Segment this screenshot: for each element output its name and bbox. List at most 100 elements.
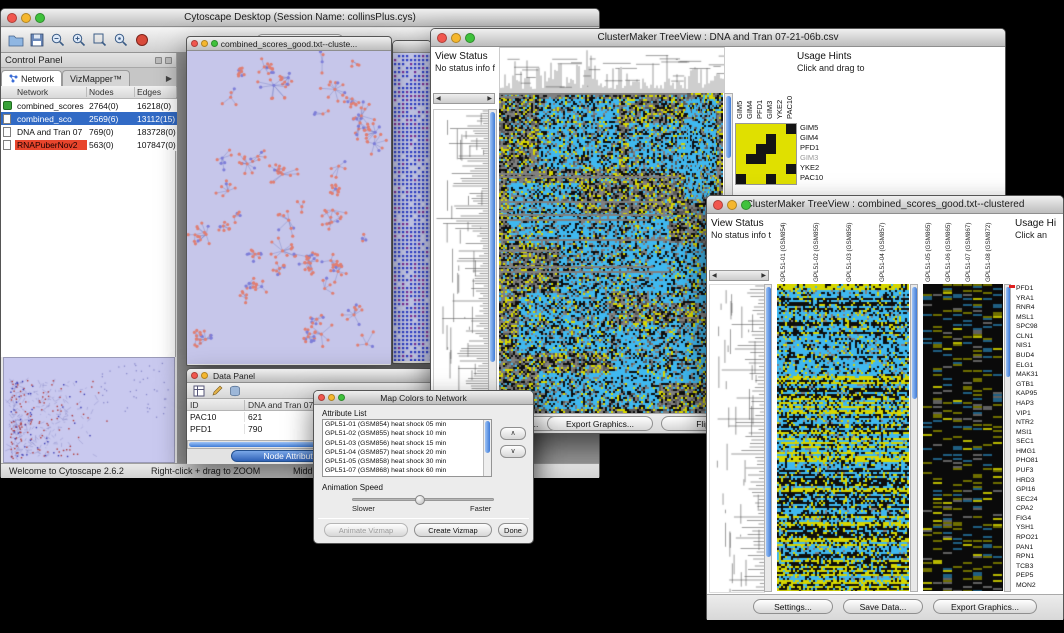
matrix-cell[interactable] bbox=[766, 124, 776, 134]
matrix-cell[interactable] bbox=[766, 164, 776, 174]
close-panel-icon[interactable] bbox=[165, 57, 172, 64]
attribute-list-item[interactable]: GPL51-04 (GSM857) heat shock 20 min bbox=[323, 448, 491, 457]
zoom-window-icon[interactable] bbox=[741, 200, 751, 210]
zoom-out-icon[interactable] bbox=[49, 31, 67, 49]
dendrogram-scroll-strip[interactable]: ◀ ▶ bbox=[433, 93, 495, 104]
matrix-cell[interactable] bbox=[756, 134, 766, 144]
move-up-button[interactable]: ∧ bbox=[500, 427, 526, 440]
zoom-fit-icon[interactable] bbox=[91, 31, 109, 49]
matrix-cell[interactable] bbox=[766, 134, 776, 144]
close-icon[interactable] bbox=[318, 394, 325, 401]
matrix-cell[interactable] bbox=[786, 154, 796, 164]
save-data-button[interactable]: Save Data... bbox=[843, 599, 923, 614]
col-id[interactable]: ID bbox=[187, 400, 245, 410]
matrix-cell[interactable] bbox=[776, 124, 786, 134]
heatmap-canvas[interactable] bbox=[777, 284, 909, 591]
col-network[interactable]: Network bbox=[15, 87, 87, 97]
close-icon[interactable] bbox=[437, 33, 447, 43]
create-vizmap-button[interactable]: Create Vizmap bbox=[414, 523, 492, 537]
annotation-icon[interactable] bbox=[133, 31, 151, 49]
network-overview-panel[interactable] bbox=[3, 357, 175, 463]
network-row[interactable]: DNA and Tran 07769(0)183728(0) bbox=[1, 125, 177, 138]
network-row[interactable]: RNAPuberNov2563(0)107847(0) bbox=[1, 138, 177, 151]
network-row[interactable]: combined_sco2569(6)13112(15) bbox=[1, 112, 177, 125]
matrix-cell[interactable] bbox=[736, 134, 746, 144]
main-titlebar[interactable]: Cytoscape Desktop (Session Name: collins… bbox=[1, 9, 599, 27]
matrix-cell[interactable] bbox=[776, 154, 786, 164]
matrix-cell[interactable] bbox=[776, 164, 786, 174]
matrix-cell[interactable] bbox=[766, 174, 776, 184]
move-down-button[interactable]: ∨ bbox=[500, 445, 526, 458]
tab-network[interactable]: Network bbox=[1, 70, 62, 86]
col-edges[interactable]: Edges bbox=[135, 87, 177, 97]
scrollbar-thumb[interactable] bbox=[1006, 287, 1010, 377]
zoom-window-icon[interactable] bbox=[35, 13, 45, 23]
save-session-icon[interactable] bbox=[28, 31, 46, 49]
gene-list-vscrollbar[interactable] bbox=[1004, 284, 1011, 592]
matrix-cell[interactable] bbox=[746, 164, 756, 174]
matrix-cell[interactable] bbox=[756, 124, 766, 134]
zoom-window-icon[interactable] bbox=[211, 40, 218, 47]
scrollbar-thumb[interactable] bbox=[726, 96, 731, 158]
row-dendrogram-canvas[interactable] bbox=[709, 284, 765, 593]
zoom-selected-icon[interactable] bbox=[112, 31, 130, 49]
network-canvas[interactable] bbox=[187, 51, 391, 364]
zoom-window-icon[interactable] bbox=[465, 33, 475, 43]
network-row[interactable]: combined_scores2764(0)16218(0) bbox=[1, 99, 177, 112]
dendrogram-scroll-strip[interactable]: ◀ ▶ bbox=[709, 270, 769, 281]
matrix-cell[interactable] bbox=[736, 174, 746, 184]
animate-vizmap-button[interactable]: Animate Vizmap bbox=[324, 523, 408, 537]
matrix-cell[interactable] bbox=[756, 164, 766, 174]
heatmap-canvas[interactable] bbox=[499, 93, 723, 413]
treeview2-titlebar[interactable]: ClusterMaker TreeView : combined_scores_… bbox=[707, 196, 1063, 214]
network-overview-canvas[interactable] bbox=[4, 358, 174, 462]
scroll-left-icon[interactable]: ◀ bbox=[712, 272, 717, 279]
float-panel-icon[interactable] bbox=[155, 57, 162, 64]
slider-knob[interactable] bbox=[415, 495, 425, 505]
matrix-cell[interactable] bbox=[786, 144, 796, 154]
matrix-cell[interactable] bbox=[746, 144, 756, 154]
column-dendrogram-canvas[interactable] bbox=[499, 47, 725, 93]
matrix-cell[interactable] bbox=[766, 154, 776, 164]
attribute-list-item[interactable]: GPL51-03 (GSM856) heat shock 15 min bbox=[323, 439, 491, 448]
animation-speed-slider[interactable] bbox=[352, 498, 494, 501]
attribute-list-item[interactable]: GPL51-05 (GSM858) heat shock 30 min bbox=[323, 457, 491, 466]
export-graphics-button[interactable]: Export Graphics... bbox=[933, 599, 1037, 614]
scroll-right-icon[interactable]: ▶ bbox=[761, 272, 766, 279]
scroll-right-icon[interactable]: ▶ bbox=[487, 95, 492, 102]
done-button[interactable]: Done bbox=[498, 523, 528, 537]
attribute-list-item[interactable]: GPL51-07 (GSM868) heat shock 60 min bbox=[323, 466, 491, 475]
scrollbar-thumb[interactable] bbox=[490, 112, 495, 362]
settings-button[interactable]: Settings... bbox=[753, 599, 833, 614]
dendrogram-vscrollbar[interactable] bbox=[764, 284, 772, 592]
minimize-icon[interactable] bbox=[201, 40, 208, 47]
matrix-cell[interactable] bbox=[786, 164, 796, 174]
network-view-titlebar[interactable]: combined_scores_good.txt--cluste... bbox=[187, 37, 391, 51]
matrix-cell[interactable] bbox=[746, 174, 756, 184]
matrix-cell[interactable] bbox=[756, 174, 766, 184]
matrix-cell[interactable] bbox=[756, 144, 766, 154]
attribute-list-item[interactable]: GPL51-01 (GSM854) heat shock 05 min bbox=[323, 420, 491, 429]
col-nodes[interactable]: Nodes bbox=[87, 87, 135, 97]
matrix-cell[interactable] bbox=[746, 124, 756, 134]
matrix-cell[interactable] bbox=[766, 144, 776, 154]
secondary-heatmap-canvas[interactable] bbox=[923, 284, 1003, 591]
matrix-cell[interactable] bbox=[746, 154, 756, 164]
matrix-cell[interactable] bbox=[736, 144, 746, 154]
matrix-cell[interactable] bbox=[776, 134, 786, 144]
matrix-cell[interactable] bbox=[736, 164, 746, 174]
minimize-icon[interactable] bbox=[201, 372, 208, 379]
attribute-list-item[interactable]: GPL51-02 (GSM855) heat shock 10 min bbox=[323, 429, 491, 438]
minimize-icon[interactable] bbox=[328, 394, 335, 401]
minimize-icon[interactable] bbox=[451, 33, 461, 43]
treeview1-titlebar[interactable]: ClusterMaker TreeView : DNA and Tran 07-… bbox=[431, 29, 1005, 47]
close-icon[interactable] bbox=[191, 40, 198, 47]
tab-vizmapper[interactable]: VizMapper™ bbox=[62, 70, 130, 86]
attribute-listbox[interactable]: GPL51-01 (GSM854) heat shock 05 minGPL51… bbox=[322, 419, 492, 477]
matrix-cell[interactable] bbox=[756, 154, 766, 164]
zoom-in-icon[interactable] bbox=[70, 31, 88, 49]
close-icon[interactable] bbox=[713, 200, 723, 210]
close-icon[interactable] bbox=[191, 372, 198, 379]
network2-canvas[interactable] bbox=[393, 53, 431, 361]
select-attributes-icon[interactable] bbox=[192, 384, 206, 398]
